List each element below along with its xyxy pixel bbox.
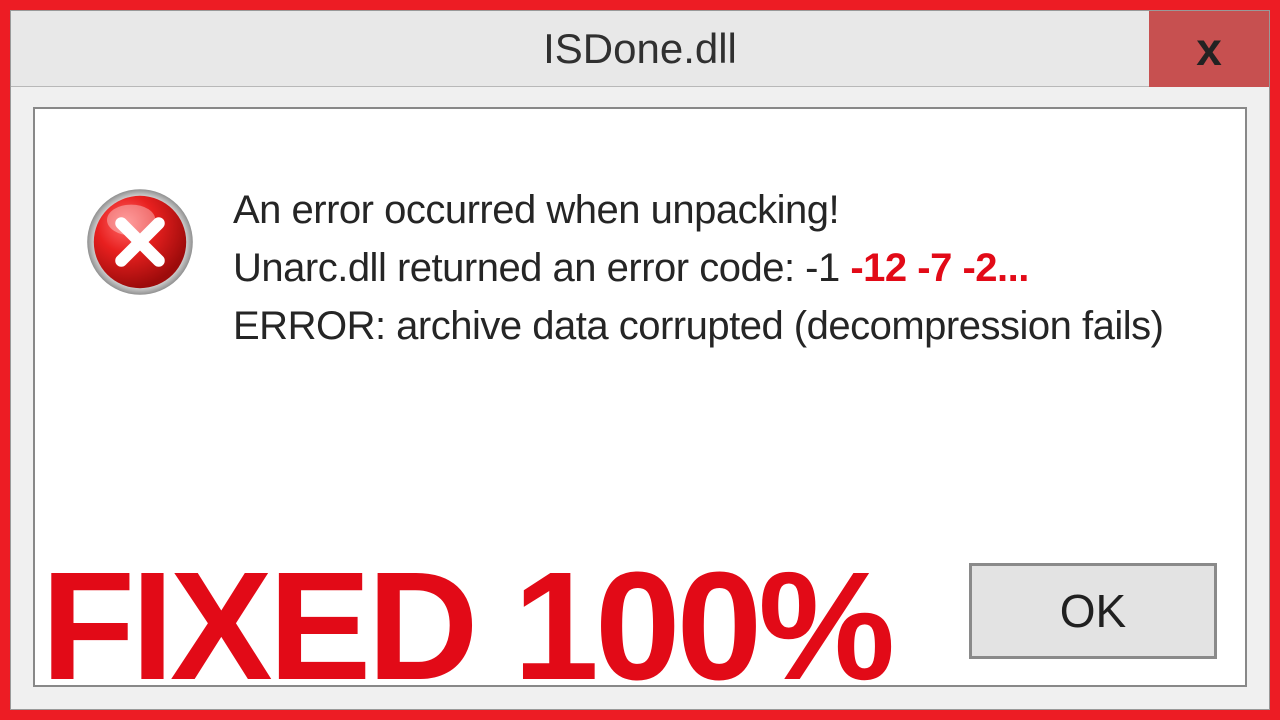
- message-text-block: An error occurred when unpacking! Unarc.…: [233, 181, 1163, 355]
- dialog-titlebar: ISDone.dll x: [11, 11, 1269, 87]
- message-line-3: ERROR: archive data corrupted (decompres…: [233, 297, 1163, 355]
- ok-button[interactable]: OK: [969, 563, 1217, 659]
- message-line-1: An error occurred when unpacking!: [233, 181, 1163, 239]
- ok-button-label: OK: [1060, 584, 1126, 638]
- message-line-2: Unarc.dll returned an error code: -1 -12…: [233, 239, 1163, 297]
- error-icon: [85, 187, 195, 302]
- message-line-2-prefix: Unarc.dll returned an error code: -1: [233, 246, 850, 290]
- fixed-overlay-text: FIXED 100%: [41, 549, 891, 703]
- message-row: An error occurred when unpacking! Unarc.…: [85, 181, 1215, 355]
- dialog-content-outer: An error occurred when unpacking! Unarc.…: [11, 87, 1269, 709]
- dialog-title: ISDone.dll: [543, 25, 737, 73]
- error-dialog: ISDone.dll x: [10, 10, 1270, 710]
- dialog-content-panel: An error occurred when unpacking! Unarc.…: [33, 107, 1247, 687]
- close-button[interactable]: x: [1149, 11, 1269, 87]
- message-error-codes: -12 -7 -2...: [850, 246, 1029, 290]
- close-icon: x: [1196, 22, 1222, 76]
